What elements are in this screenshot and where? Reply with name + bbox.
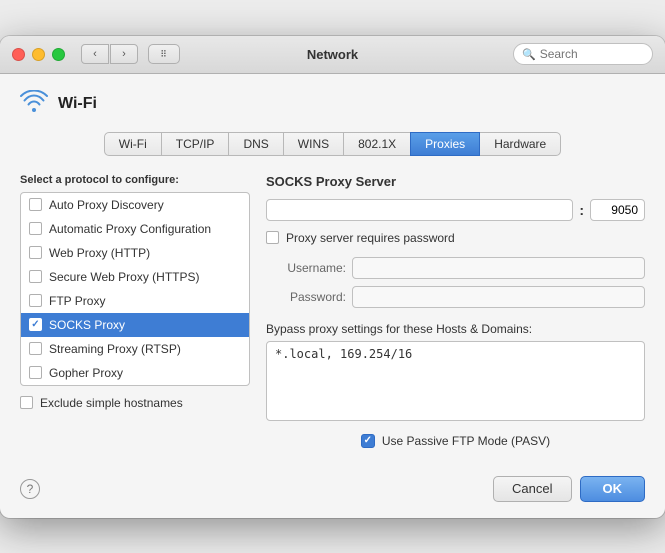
search-icon: 🔍 [522, 48, 536, 61]
password-req-row: Proxy server requires password [266, 231, 645, 245]
protocol-section-label: Select a protocol to configure: [20, 174, 250, 186]
bypass-label: Bypass proxy settings for these Hosts & … [266, 322, 645, 336]
protocol-label-auto-proxy: Auto Proxy Discovery [49, 198, 164, 212]
password-input[interactable] [352, 286, 645, 308]
tab-wifi[interactable]: Wi-Fi [104, 132, 162, 156]
exclude-hostnames-label: Exclude simple hostnames [40, 396, 183, 410]
bypass-textarea[interactable] [266, 341, 645, 421]
window-title: Network [307, 47, 358, 62]
main-body: Select a protocol to configure: Auto Pro… [20, 174, 645, 448]
titlebar: ‹ › ⠿ Network 🔍 [0, 36, 665, 74]
content-area: Wi-Fi Wi-Fi TCP/IP DNS WINS 802.1X Proxi… [0, 74, 665, 464]
bottom-bar: ? Cancel OK [0, 464, 665, 518]
passive-ftp-label: Use Passive FTP Mode (PASV) [382, 434, 550, 448]
protocol-section: Select a protocol to configure: Auto Pro… [20, 174, 250, 448]
tab-wins[interactable]: WINS [283, 132, 344, 156]
tab-8021x[interactable]: 802.1X [343, 132, 411, 156]
port-colon: : [579, 202, 584, 218]
socks-server-row: : [266, 199, 645, 221]
grid-button[interactable]: ⠿ [148, 44, 180, 64]
checkbox-socks-proxy[interactable] [29, 318, 42, 331]
tab-hardware[interactable]: Hardware [479, 132, 561, 156]
maximize-button[interactable] [52, 48, 65, 61]
search-box[interactable]: 🔍 [513, 43, 653, 65]
checkbox-passive-ftp[interactable] [361, 434, 375, 448]
tab-tcpip[interactable]: TCP/IP [161, 132, 230, 156]
socks-port-input[interactable] [590, 199, 645, 221]
username-label: Username: [266, 261, 346, 275]
protocol-label-socks-proxy: SOCKS Proxy [49, 318, 125, 332]
protocol-label-ftp-proxy: FTP Proxy [49, 294, 105, 308]
username-row: Username: [266, 257, 645, 279]
protocol-item-socks-proxy[interactable]: SOCKS Proxy [21, 313, 249, 337]
protocol-item-ftp-proxy[interactable]: FTP Proxy [21, 289, 249, 313]
passive-ftp-row: Use Passive FTP Mode (PASV) [266, 434, 645, 448]
wifi-header: Wi-Fi [20, 90, 645, 118]
username-input[interactable] [352, 257, 645, 279]
protocol-item-secure-web-proxy[interactable]: Secure Web Proxy (HTTPS) [21, 265, 249, 289]
wifi-icon [20, 90, 48, 118]
socks-panel-title: SOCKS Proxy Server [266, 174, 645, 189]
checkbox-secure-web-proxy[interactable] [29, 270, 42, 283]
protocol-item-auto-proxy-config[interactable]: Automatic Proxy Configuration [21, 217, 249, 241]
bypass-section: Bypass proxy settings for these Hosts & … [266, 322, 645, 424]
checkbox-web-proxy[interactable] [29, 246, 42, 259]
wifi-label: Wi-Fi [58, 95, 97, 113]
protocol-label-streaming-proxy: Streaming Proxy (RTSP) [49, 342, 181, 356]
help-button[interactable]: ? [20, 479, 40, 499]
protocol-label-secure-web-proxy: Secure Web Proxy (HTTPS) [49, 270, 199, 284]
protocol-label-gopher-proxy: Gopher Proxy [49, 366, 123, 380]
minimize-button[interactable] [32, 48, 45, 61]
protocol-item-auto-proxy[interactable]: Auto Proxy Discovery [21, 193, 249, 217]
ok-button[interactable]: OK [580, 476, 646, 502]
traffic-lights [12, 48, 65, 61]
search-input[interactable] [540, 47, 644, 61]
tabs-bar: Wi-Fi TCP/IP DNS WINS 802.1X Proxies Har… [20, 132, 645, 156]
password-req-label: Proxy server requires password [286, 231, 455, 245]
checkbox-auto-proxy-config[interactable] [29, 222, 42, 235]
cancel-button[interactable]: Cancel [493, 476, 571, 502]
exclude-hostnames-row: Exclude simple hostnames [20, 396, 250, 410]
forward-button[interactable]: › [110, 44, 138, 64]
window: ‹ › ⠿ Network 🔍 Wi-Fi Wi-Fi [0, 36, 665, 518]
checkbox-ftp-proxy[interactable] [29, 294, 42, 307]
checkbox-streaming-proxy[interactable] [29, 342, 42, 355]
protocol-list: Auto Proxy Discovery Automatic Proxy Con… [20, 192, 250, 386]
checkbox-gopher-proxy[interactable] [29, 366, 42, 379]
checkbox-auto-proxy[interactable] [29, 198, 42, 211]
close-button[interactable] [12, 48, 25, 61]
socks-panel: SOCKS Proxy Server : Proxy server requir… [266, 174, 645, 448]
tab-proxies[interactable]: Proxies [410, 132, 480, 156]
back-button[interactable]: ‹ [81, 44, 109, 64]
nav-buttons: ‹ › [81, 44, 138, 64]
socks-server-input[interactable] [266, 199, 573, 221]
checkbox-password-req[interactable] [266, 231, 279, 244]
password-row: Password: [266, 286, 645, 308]
protocol-label-web-proxy: Web Proxy (HTTP) [49, 246, 150, 260]
protocol-item-web-proxy[interactable]: Web Proxy (HTTP) [21, 241, 249, 265]
checkbox-exclude-hostnames[interactable] [20, 396, 33, 409]
protocol-item-streaming-proxy[interactable]: Streaming Proxy (RTSP) [21, 337, 249, 361]
protocol-item-gopher-proxy[interactable]: Gopher Proxy [21, 361, 249, 385]
password-label: Password: [266, 290, 346, 304]
protocol-label-auto-proxy-config: Automatic Proxy Configuration [49, 222, 211, 236]
tab-dns[interactable]: DNS [228, 132, 283, 156]
